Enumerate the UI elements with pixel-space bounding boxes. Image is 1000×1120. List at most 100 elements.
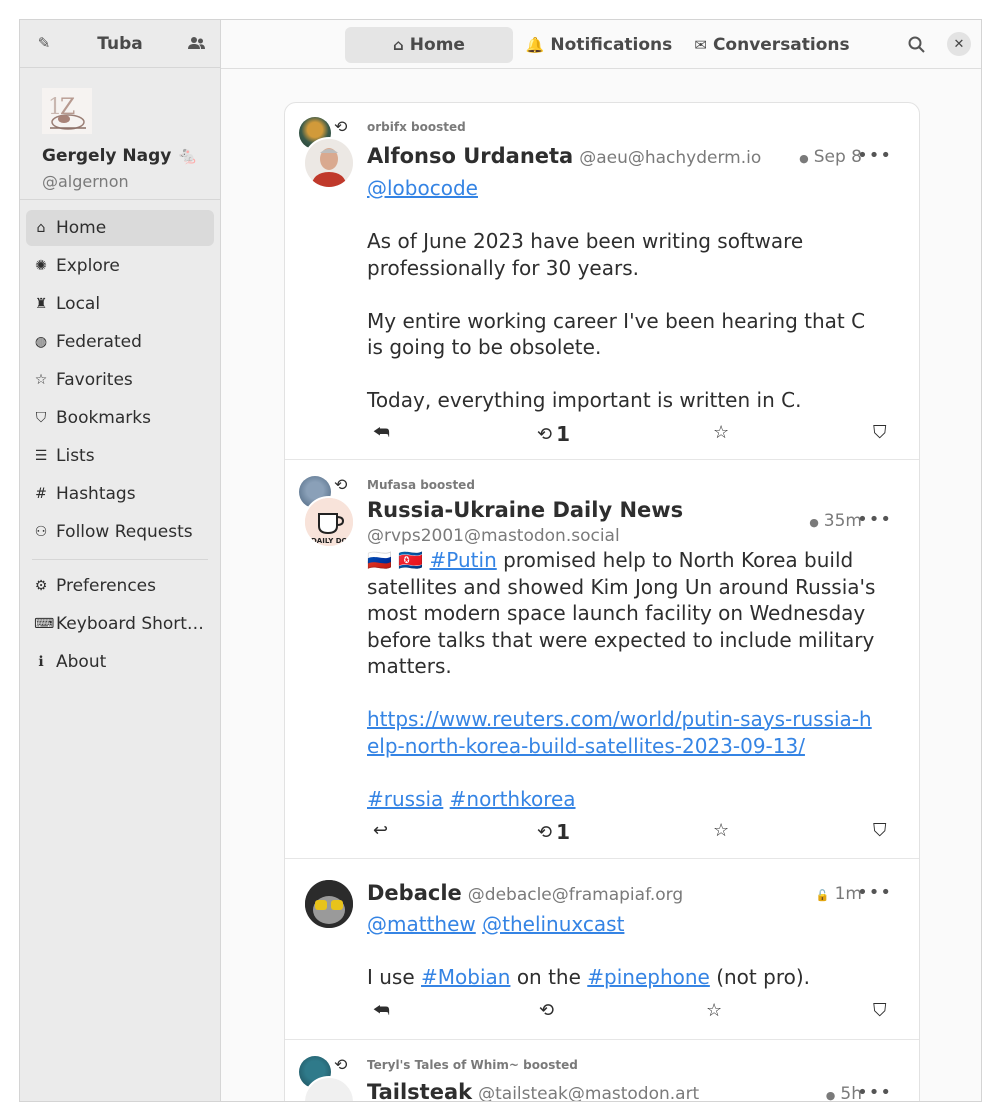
tab-conversations[interactable]: ✉ Conversations <box>694 27 849 63</box>
sidebar-item-local[interactable]: ♜ Local <box>26 286 214 322</box>
sidebar-item-federated[interactable]: ◍ Federated <box>26 324 214 360</box>
account-avatar[interactable]: 1 Z <box>42 88 92 134</box>
bookmark-icon[interactable]: ⛉ <box>873 820 887 841</box>
post-author[interactable]: Alfonso Urdaneta @aeu@hachyderm.io <box>367 144 761 168</box>
hashtag-link[interactable]: #Putin <box>430 548 497 572</box>
list-item[interactable]: ⟲ Mufasa boosted DAILY DOSE Russia-Ukrai… <box>285 460 919 859</box>
sidebar-item-bookmarks[interactable]: ⛉ Bookmarks <box>26 400 214 436</box>
keyboard-icon: ⌨ <box>34 616 55 632</box>
post-text: As of June 2023 have been writing softwa… <box>367 229 804 280</box>
star-icon[interactable]: ☆ <box>706 1000 722 1021</box>
close-icon[interactable]: ✕ <box>947 32 971 56</box>
bookmark-icon: ⛉ <box>35 410 47 426</box>
author-name: Russia-Ukraine Daily News <box>367 498 684 522</box>
list-item[interactable]: ⟲ Teryl's Tales of Whim~ boosted Tailste… <box>285 1040 919 1101</box>
list-item[interactable]: Debacle @debacle@framapiaf.org 🔓 1m ••• @m… <box>285 859 919 1040</box>
post-actions: ⮪ ⟲ 1 ☆ ⛉ <box>367 422 895 448</box>
star-icon: ☆ <box>34 372 48 388</box>
boost-button[interactable]: ⟲ 1 <box>537 820 570 844</box>
post-author[interactable]: Debacle @debacle@framapiaf.org <box>367 881 683 905</box>
bookmark-icon[interactable]: ⛉ <box>873 1000 887 1021</box>
author-handle: @debacle@framapiaf.org <box>467 885 684 905</box>
mention-link[interactable]: @matthew <box>367 912 476 936</box>
boost-count: 1 <box>556 820 571 844</box>
bookmark-icon[interactable]: ⛉ <box>873 422 887 443</box>
more-icon[interactable]: ••• <box>857 1082 892 1101</box>
sidebar-item-home[interactable]: ⌂ Home <box>26 210 214 246</box>
avatar[interactable]: DAILY DOSE <box>303 496 355 548</box>
boost-button[interactable]: ⟲ 1 <box>537 422 570 446</box>
sidebar-item-about[interactable]: ℹ About <box>26 644 214 680</box>
post-time[interactable]: ● Sep 8 <box>799 147 862 167</box>
svg-text:DAILY DOSE: DAILY DOSE <box>311 537 353 545</box>
sidebar-header: ✎ Tuba <box>20 20 220 68</box>
author-handle[interactable]: @rvps2001@mastodon.social <box>367 526 620 546</box>
home-icon: ⌂ <box>393 36 404 54</box>
boost-icon: ⟲ <box>537 821 553 843</box>
mention-link[interactable]: @thelinuxcast <box>482 912 624 936</box>
author-name: Debacle <box>367 881 462 905</box>
post-list: ⟲ orbifx boosted Alfonso Urdaneta @aeu@ha… <box>284 102 920 1101</box>
url-link[interactable]: https://www.reuters.com/world/putin-says… <box>367 707 872 758</box>
hashtag-link[interactable]: #northkorea <box>450 787 576 811</box>
more-icon[interactable]: ••• <box>857 145 892 166</box>
sidebar-item-lists[interactable]: ☰ Lists <box>26 438 214 474</box>
timeline: ⟲ orbifx boosted Alfonso Urdaneta @aeu@ha… <box>221 69 981 1101</box>
boost-icon[interactable]: ⟲ <box>539 1000 554 1021</box>
sidebar-item-keyboard-shortcuts[interactable]: ⌨ Keyboard Short… <box>26 606 214 642</box>
more-icon[interactable]: ••• <box>857 509 892 530</box>
flag-emoji: 🇷🇺 🇰🇵 <box>367 548 424 572</box>
sidebar-item-follow-requests[interactable]: ⚇ Follow Requests <box>26 514 214 550</box>
tab-notifications[interactable]: 🔔 Notifications <box>525 27 673 63</box>
boost-count: 1 <box>556 422 571 446</box>
post-text: on the <box>516 965 581 989</box>
sidebar-item-favorites[interactable]: ☆ Favorites <box>26 362 214 398</box>
header-bar: ⌂ Home 🔔 Notifications ✉ Conversations ✕ <box>221 20 981 69</box>
boost-icon: ⟲ <box>537 423 553 445</box>
avatar[interactable] <box>303 878 355 930</box>
mention-link[interactable]: @lobocode <box>367 176 478 200</box>
more-icon[interactable]: ••• <box>857 882 892 903</box>
post-author[interactable]: Tailsteak @tailsteak@mastodon.art <box>367 1080 699 1101</box>
reply-all-icon[interactable]: ⮪ <box>373 422 390 443</box>
post-text: I use <box>367 965 415 989</box>
post-body: 🇷🇺 🇰🇵 #Putin promised help to North Kore… <box>367 547 877 812</box>
author-name: Tailsteak <box>367 1080 473 1101</box>
list-item[interactable]: ⟲ orbifx boosted Alfonso Urdaneta @aeu@ha… <box>285 103 919 460</box>
sidebar-item-label: Local <box>56 294 101 314</box>
post-time[interactable]: ● 35m <box>809 511 862 531</box>
accounts-icon[interactable] <box>184 31 208 55</box>
post-text: Today, everything important is written i… <box>367 388 802 412</box>
reply-icon[interactable]: ↩ <box>373 820 388 841</box>
author-handle: @aeu@hachyderm.io <box>579 148 762 168</box>
sidebar-item-label: Explore <box>56 256 120 276</box>
author-handle: @tailsteak@mastodon.art <box>478 1084 700 1101</box>
public-icon: ● <box>825 1089 836 1101</box>
sidebar-item-label: Hashtags <box>56 484 136 504</box>
time-label: Sep 8 <box>813 147 862 167</box>
sidebar-item-label: Federated <box>56 332 142 352</box>
boosted-by: Mufasa boosted <box>367 478 475 492</box>
unlisted-icon: 🔓 <box>815 889 830 902</box>
account-profile[interactable]: 1 Z Gergely Nagy 🐁 @algernon <box>20 68 220 199</box>
sidebar-item-label: Favorites <box>56 370 133 390</box>
tab-label: Home <box>409 35 465 55</box>
post-body: @lobocode As of June 2023 have been writ… <box>367 175 877 414</box>
star-icon[interactable]: ☆ <box>713 422 729 443</box>
sidebar-item-preferences[interactable]: ⚙ Preferences <box>26 568 214 604</box>
hashtag-link[interactable]: #russia <box>367 787 443 811</box>
hashtag-icon: # <box>35 486 47 502</box>
follow-request-icon: ⚇ <box>34 524 48 540</box>
hashtag-link[interactable]: #Mobian <box>421 965 510 989</box>
sidebar-item-hashtags[interactable]: # Hashtags <box>26 476 214 512</box>
tab-home[interactable]: ⌂ Home <box>345 27 513 63</box>
reply-all-icon[interactable]: ⮪ <box>373 1000 390 1021</box>
post-time[interactable]: 🔓 1m <box>816 884 862 904</box>
avatar[interactable] <box>303 137 355 189</box>
hashtag-link[interactable]: #pinephone <box>587 965 710 989</box>
post-author[interactable]: Russia-Ukraine Daily News <box>367 498 683 522</box>
sidebar-item-explore[interactable]: ✺ Explore <box>26 248 214 284</box>
star-icon[interactable]: ☆ <box>713 820 729 841</box>
search-icon[interactable] <box>904 32 928 56</box>
globe-icon: ◍ <box>34 334 48 350</box>
